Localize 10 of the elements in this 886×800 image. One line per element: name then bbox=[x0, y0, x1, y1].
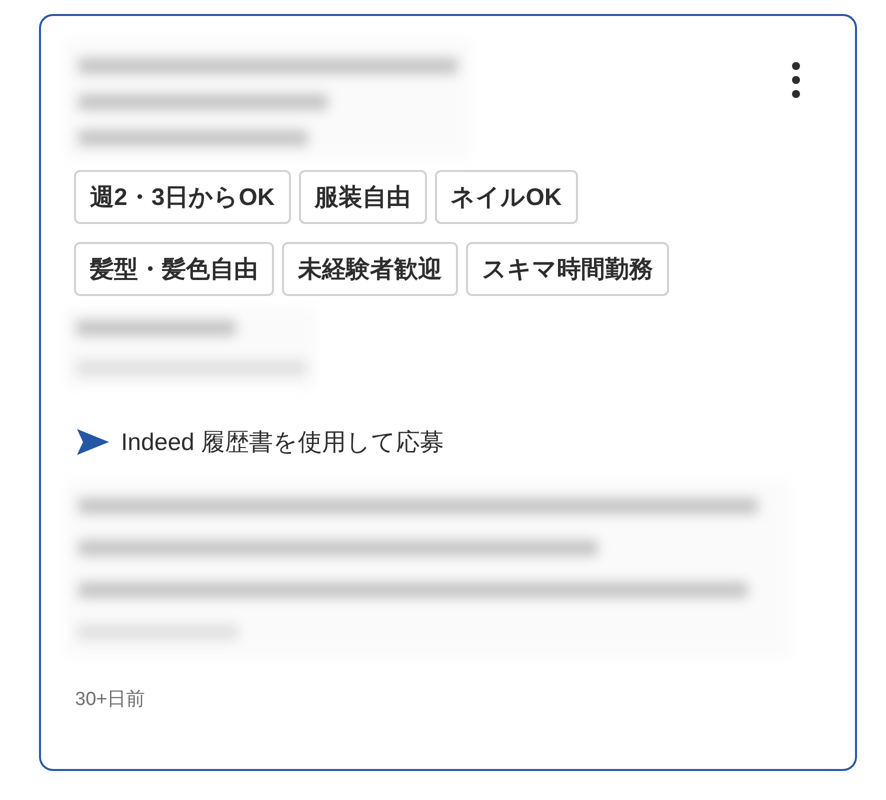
more-icon[interactable] bbox=[791, 62, 801, 98]
tag: スキマ時間勤務 bbox=[466, 242, 669, 296]
apply-text: Indeed 履歴書を使用して応募 bbox=[121, 428, 444, 458]
tag: 髪型・髪色自由 bbox=[74, 242, 274, 296]
tag: 未経験者歓迎 bbox=[282, 242, 458, 296]
posted-date: 30+日前 bbox=[75, 688, 146, 712]
tag: 週2・3日からOK bbox=[74, 170, 291, 224]
tag: ネイルOK bbox=[434, 170, 578, 224]
send-icon bbox=[77, 429, 109, 455]
tag: 服装自由 bbox=[298, 170, 427, 224]
